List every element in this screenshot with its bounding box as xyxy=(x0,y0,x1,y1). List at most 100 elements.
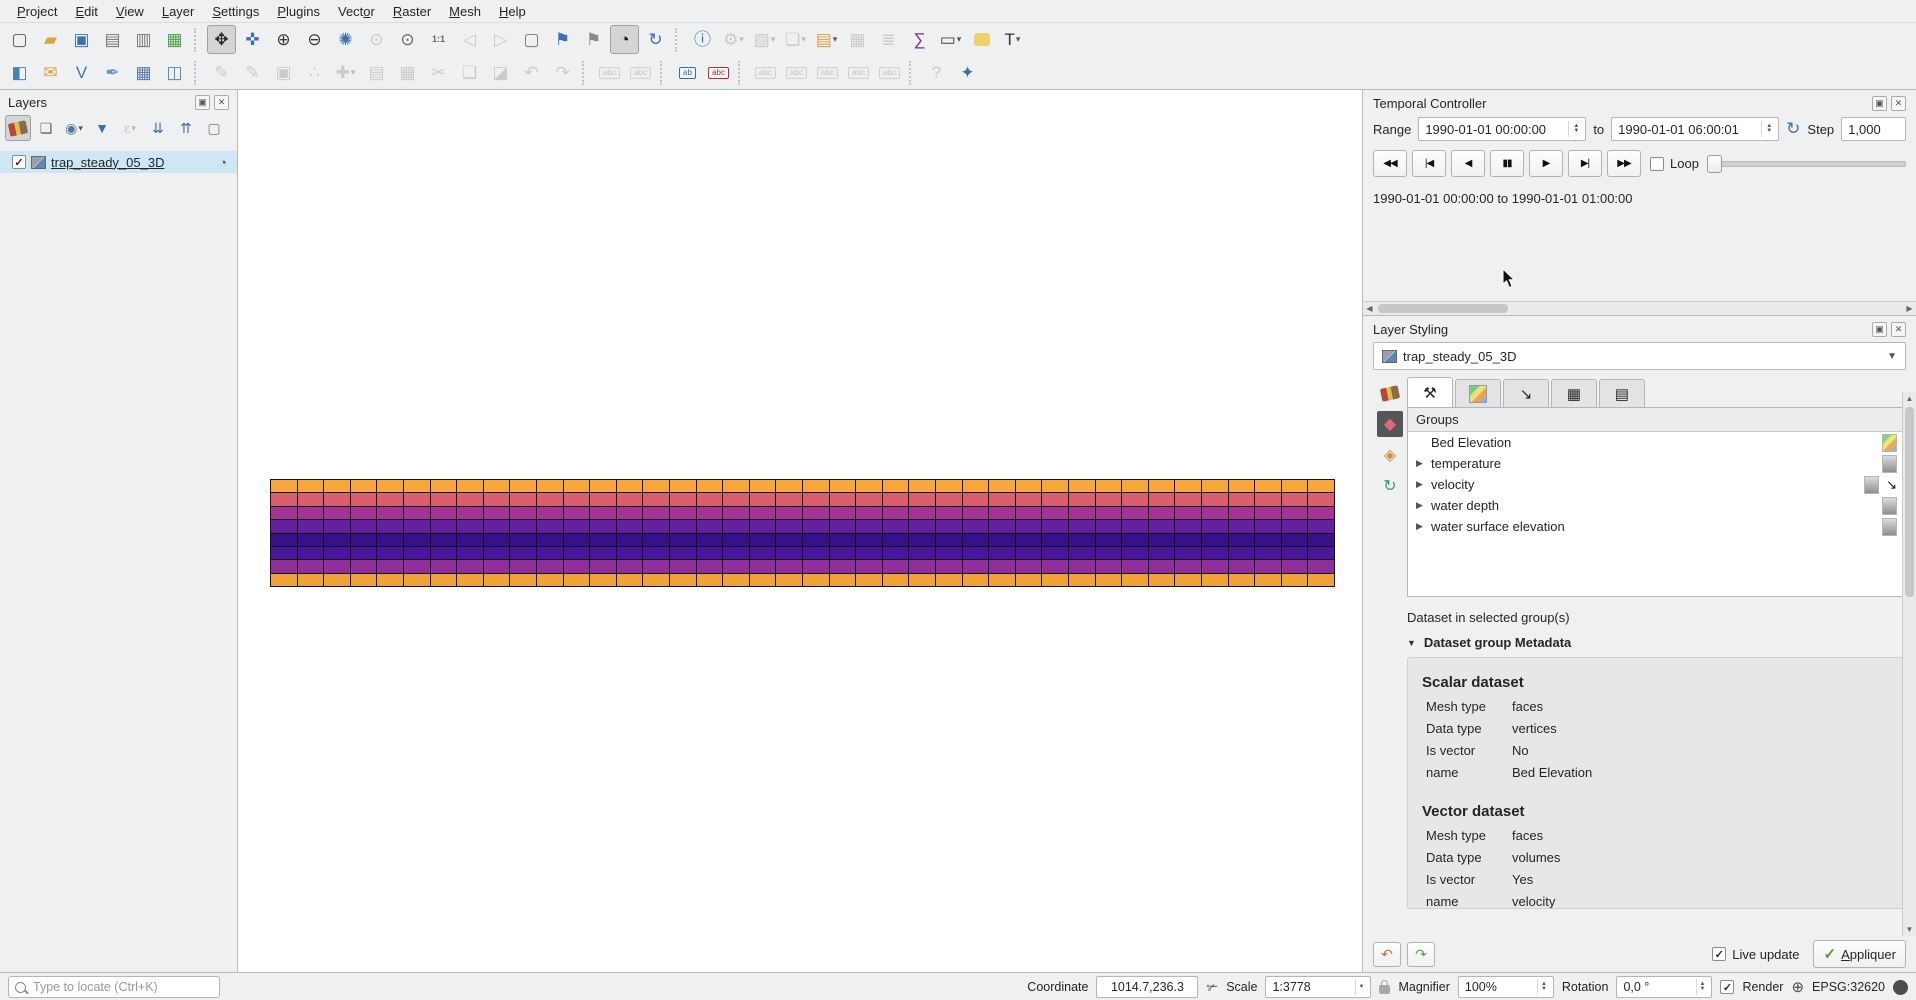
menu-vector[interactable]: Vector xyxy=(329,2,384,21)
show-layout-manager-button[interactable]: ▥ xyxy=(129,25,158,54)
gray-gradient-icon[interactable] xyxy=(1864,476,1879,494)
scroll-left-icon[interactable]: ◀ xyxy=(1363,304,1376,313)
vertical-scrollbar[interactable]: ▲ ▼ xyxy=(1902,392,1916,936)
float-panel-icon[interactable]: ▣ xyxy=(1872,96,1887,111)
tab-symbology[interactable]: ⚒ xyxy=(1407,377,1453,407)
layer-diagram-options-button[interactable]: abc xyxy=(704,58,733,87)
step-input[interactable]: 1,000 xyxy=(1841,117,1906,141)
redo-style-button[interactable]: ↷ xyxy=(1407,942,1435,967)
deselect-all-layers-button[interactable]: ▤▾ xyxy=(812,25,841,54)
temporal-controller-button[interactable]: ◔ xyxy=(610,25,639,54)
zoom-in-button[interactable]: ⊕ xyxy=(269,25,298,54)
scroll-up-icon[interactable]: ▲ xyxy=(1906,392,1914,405)
remove-layer-button[interactable]: ▢ xyxy=(201,115,227,141)
gray-gradient-icon[interactable] xyxy=(1882,455,1897,473)
tab-vectors[interactable]: ↘ xyxy=(1503,379,1549,407)
group-row-velocity[interactable]: ▶velocity↘ xyxy=(1408,474,1905,495)
metasearch-catalog-button[interactable]: ✉ xyxy=(36,58,65,87)
menu-view[interactable]: View xyxy=(107,2,153,21)
open-layer-styling-button[interactable] xyxy=(5,115,31,141)
mesh-digitizing-button[interactable]: ✦ xyxy=(953,58,982,87)
crs-label[interactable]: EPSG:32620 xyxy=(1812,980,1885,994)
refresh-range-icon[interactable]: ↻ xyxy=(1786,119,1800,139)
close-panel-icon[interactable]: ✕ xyxy=(1891,322,1906,337)
gray-gradient-icon[interactable] xyxy=(1882,518,1897,536)
float-panel-icon[interactable]: ▣ xyxy=(195,95,210,110)
undo-style-button[interactable]: ↶ xyxy=(1373,942,1401,967)
pause-button[interactable]: ▮▮ xyxy=(1490,150,1524,177)
range-start-input[interactable]: 1990-01-01 00:00:00 ▲▼ xyxy=(1418,117,1586,141)
map-canvas[interactable] xyxy=(238,90,1362,972)
fast-forward-button[interactable]: ▶▶ xyxy=(1607,150,1641,177)
gray-gradient-icon[interactable] xyxy=(1882,497,1897,515)
new-shapefile-layer-button[interactable]: V xyxy=(67,58,96,87)
live-update-checkbox[interactable] xyxy=(1712,947,1726,961)
expander-icon[interactable]: ▶ xyxy=(1416,479,1431,490)
expand-all-button[interactable]: ⇊ xyxy=(145,115,171,141)
layer-visibility-checkbox[interactable] xyxy=(12,155,26,169)
scroll-thumb[interactable] xyxy=(1378,304,1508,313)
map-tips-button[interactable] xyxy=(967,25,996,54)
time-slider[interactable] xyxy=(1707,156,1906,172)
layer-labeling-options-button[interactable]: ab xyxy=(673,58,702,87)
statistical-summary-button[interactable]: ∑ xyxy=(905,25,934,54)
new-spatial-bookmark-button[interactable]: ⚑ xyxy=(548,25,577,54)
rotation-input[interactable]: 0,0 ° ▲▼ xyxy=(1616,976,1712,998)
add-group-button[interactable]: ❏ xyxy=(33,115,59,141)
slider-handle[interactable] xyxy=(1707,155,1722,173)
messages-icon[interactable] xyxy=(1893,980,1908,995)
expander-icon[interactable]: ▶ xyxy=(1416,458,1431,469)
scroll-thumb[interactable] xyxy=(1905,407,1914,597)
metadata-collapse-header[interactable]: ▼ Dataset group Metadata xyxy=(1407,635,1906,650)
refresh-map-button[interactable]: ↻ xyxy=(641,25,670,54)
new-geopackage-layer-button[interactable]: ✒ xyxy=(98,58,127,87)
layer-selector-combo[interactable]: trap_steady_05_3D ▼ xyxy=(1373,342,1906,370)
skip-to-start-button[interactable]: |◀ xyxy=(1412,150,1446,177)
menu-layer[interactable]: Layer xyxy=(153,2,204,21)
text-annotation-button[interactable]: T▾ xyxy=(998,25,1027,54)
new-project-button[interactable]: ▢ xyxy=(5,25,34,54)
symbology-brush-icon[interactable] xyxy=(1377,380,1403,406)
new-virtual-layer-button[interactable]: ▦ xyxy=(129,58,158,87)
play-button[interactable]: ▶ xyxy=(1529,150,1563,177)
close-panel-icon[interactable]: ✕ xyxy=(214,95,229,110)
group-row-water-depth[interactable]: ▶water depth xyxy=(1408,495,1905,516)
scroll-right-icon[interactable]: ▶ xyxy=(1903,304,1916,313)
group-row-temperature[interactable]: ▶temperature xyxy=(1408,453,1905,474)
zoom-out-button[interactable]: ⊖ xyxy=(300,25,329,54)
lock-scale-icon[interactable] xyxy=(1379,985,1390,994)
filter-legend-button[interactable]: ▼ xyxy=(89,115,115,141)
spinner-icon[interactable]: ▲▼ xyxy=(1761,121,1772,137)
menu-settings[interactable]: Settings xyxy=(203,2,268,21)
close-panel-icon[interactable]: ✕ xyxy=(1891,96,1906,111)
new-mesh-layer-button[interactable]: ◫ xyxy=(160,58,189,87)
collapse-all-button[interactable]: ⇈ xyxy=(173,115,199,141)
horizontal-scrollbar[interactable]: ◀ ▶ xyxy=(1363,301,1916,315)
data-source-manager-button[interactable]: ◧ xyxy=(5,58,34,87)
float-panel-icon[interactable]: ▣ xyxy=(1872,322,1887,337)
group-row-water-surface-elevation[interactable]: ▶water surface elevation xyxy=(1408,516,1905,537)
pan-to-selection-button[interactable]: ✜ xyxy=(238,25,267,54)
layer-row[interactable]: trap_steady_05_3D ◔ xyxy=(0,151,237,173)
zoom-native-button[interactable]: 1:1 xyxy=(424,25,453,54)
skip-to-end-button[interactable]: ▶| xyxy=(1568,150,1602,177)
extents-icon[interactable]: ✃ xyxy=(1206,979,1218,996)
style-manager-button[interactable]: ▦ xyxy=(160,25,189,54)
range-end-input[interactable]: 1990-01-01 06:00:01 ▲▼ xyxy=(1611,117,1779,141)
coordinate-input[interactable]: 1014.7,236.3 xyxy=(1096,976,1198,998)
new-print-layout-button[interactable]: ▤ xyxy=(98,25,127,54)
spinner-icon[interactable]: ▲▼ xyxy=(1568,121,1579,137)
scroll-down-icon[interactable]: ▼ xyxy=(1906,923,1914,936)
pan-map-button[interactable]: ✥ xyxy=(207,25,236,54)
show-spatial-bookmarks-button[interactable]: ⚑ xyxy=(579,25,608,54)
menu-plugins[interactable]: Plugins xyxy=(268,2,329,21)
menu-help[interactable]: Help xyxy=(490,2,535,21)
scale-combo[interactable]: 1:3778 ▼ xyxy=(1265,976,1371,998)
locator-box[interactable] xyxy=(8,976,220,998)
history-refresh-icon[interactable]: ↻ xyxy=(1377,473,1403,499)
apply-button[interactable]: ✓ Appliquer xyxy=(1813,940,1906,968)
measure-button[interactable]: ▭▾ xyxy=(936,25,965,54)
loop-checkbox[interactable] xyxy=(1650,157,1664,171)
save-project-button[interactable]: ▣ xyxy=(67,25,96,54)
group-row-Bed-Elevation[interactable]: Bed Elevation xyxy=(1408,432,1905,453)
